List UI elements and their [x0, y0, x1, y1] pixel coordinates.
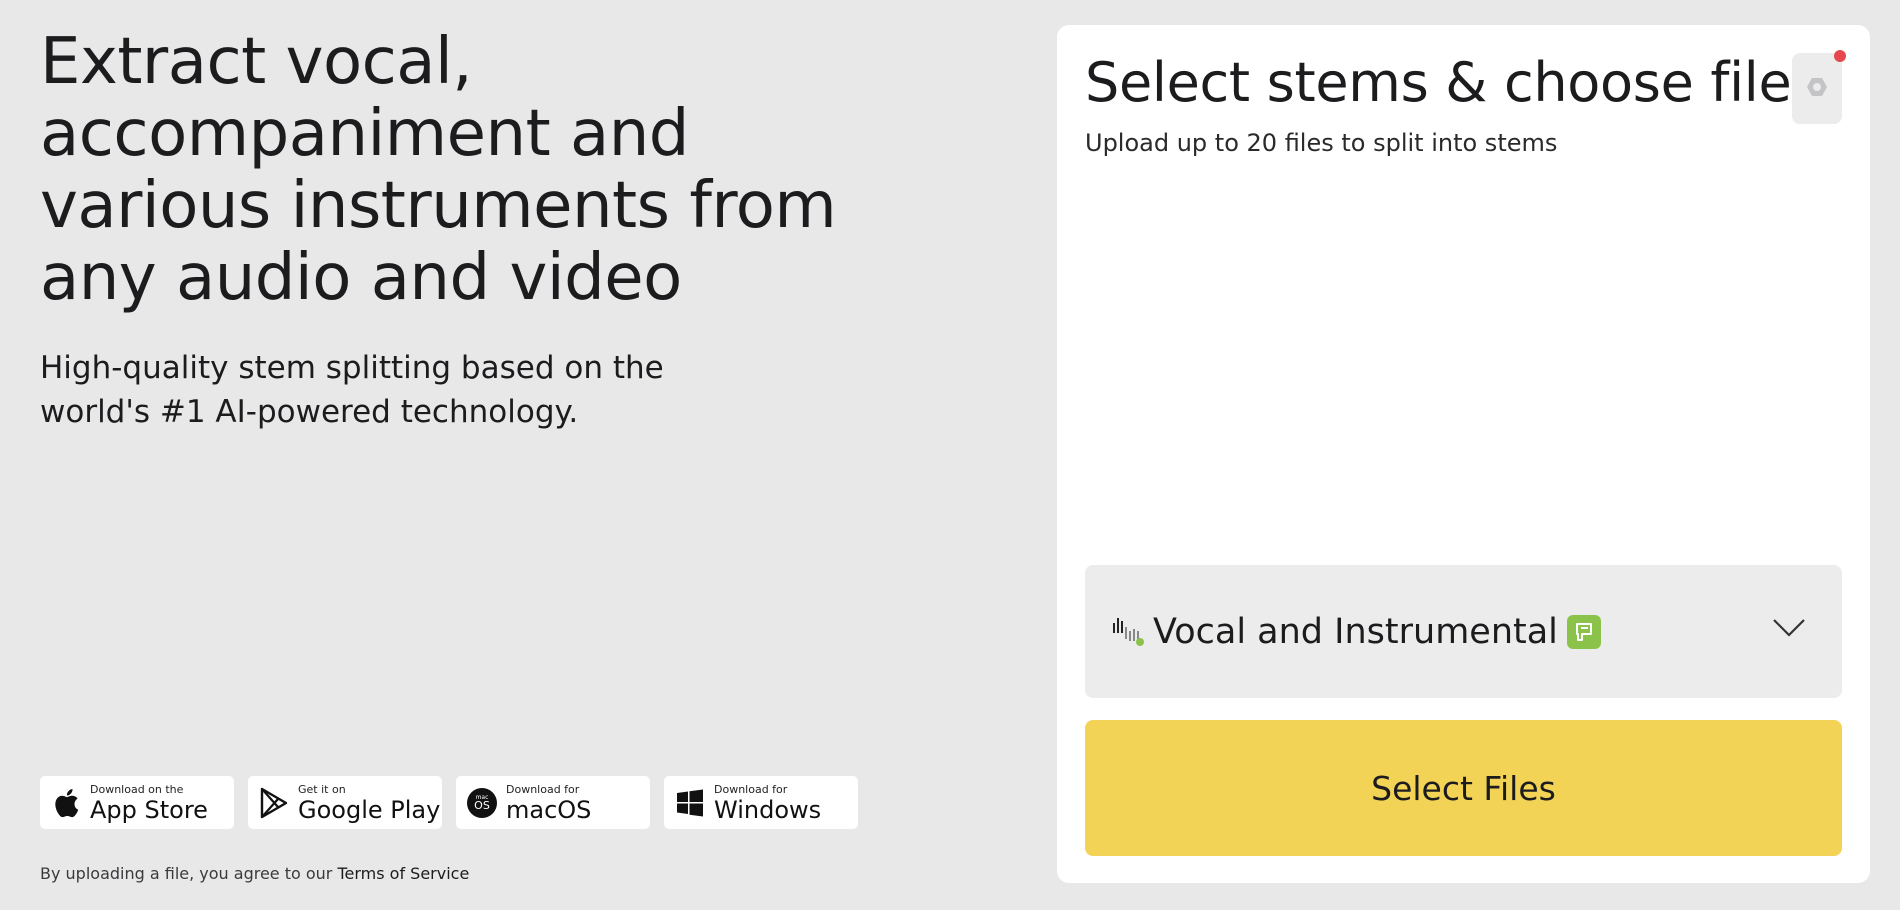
terms-prefix: By uploading a file, you agree to our — [40, 864, 338, 883]
panel-subtitle: Upload up to 20 files to split into stem… — [1085, 129, 1558, 157]
terms-of-service-link[interactable]: Terms of Service — [337, 864, 469, 883]
hero-subtitle: High-quality stem splitting based on the… — [40, 350, 664, 430]
stem-type-dropdown[interactable]: Vocal and Instrumental — [1085, 565, 1842, 698]
panel-title: Select stems & choose files — [1085, 51, 1820, 114]
badge-caption: Download for — [506, 782, 580, 796]
google-play-icon — [258, 786, 290, 820]
hero-title: Extract vocal, accompaniment and various… — [40, 25, 837, 315]
google-play-badge[interactable]: Get it on Google Play — [248, 776, 442, 829]
badge-caption: Get it on — [298, 782, 346, 796]
badge-store-name: App Store — [90, 795, 208, 824]
stems-waveform-icon — [1111, 613, 1145, 651]
app-store-badge[interactable]: Download on the App Store — [40, 776, 234, 829]
badge-caption: Download for — [714, 782, 788, 796]
gear-icon — [1805, 75, 1829, 103]
macos-icon-text: OS — [474, 799, 490, 812]
badge-caption: Download on the — [90, 782, 184, 796]
upload-panel: Select stems & choose files Upload up to… — [1057, 25, 1870, 883]
stem-type-value: Vocal and Instrumental — [1153, 611, 1558, 652]
windows-badge[interactable]: Download for Windows — [664, 776, 858, 829]
badge-store-name: Windows — [714, 795, 822, 824]
badge-store-name: Google Play — [298, 795, 441, 824]
settings-button[interactable] — [1792, 53, 1842, 124]
badge-store-name: macOS — [506, 795, 592, 824]
download-badges: Download on the App Store Get it on Goog… — [40, 776, 858, 829]
premium-flag-icon — [1566, 614, 1601, 649]
terms-notice: By uploading a file, you agree to our Te… — [40, 864, 469, 883]
chevron-down-icon — [1772, 617, 1806, 643]
macos-icon: mac OS — [466, 786, 498, 820]
notification-dot — [1834, 50, 1846, 62]
windows-icon — [674, 786, 706, 820]
macos-badge[interactable]: mac OS Download for macOS — [456, 776, 650, 829]
apple-icon — [50, 786, 82, 820]
select-files-button[interactable]: Select Files — [1085, 720, 1842, 856]
